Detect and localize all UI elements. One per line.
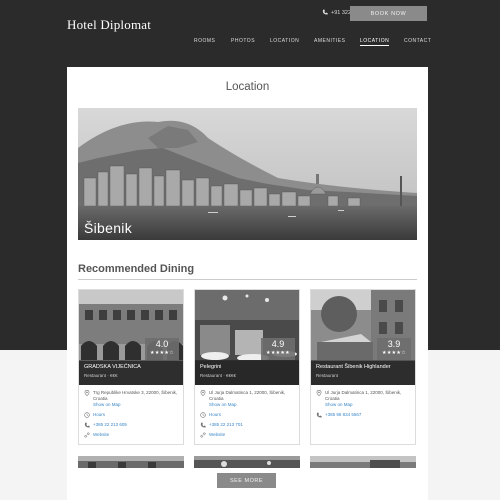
nav-item-photos[interactable]: PHOTOS: [231, 38, 255, 44]
hero-image: Šibenik: [78, 108, 417, 240]
restaurant-meta: Restaurant · €€€: [84, 373, 118, 378]
dining-title: Recommended Dining: [78, 263, 195, 275]
phone-icon: [200, 422, 206, 428]
restaurant-label-band: GRADSKA VIJEĆNICA Restaurant · €€€: [79, 361, 183, 385]
section-title: Location: [225, 81, 270, 93]
map-pin-icon: [316, 390, 322, 396]
rating-value: 4.9: [271, 339, 285, 349]
map-pin-icon: [200, 390, 206, 396]
restaurant-name[interactable]: Restaurant Šibenik Highlander: [316, 364, 391, 370]
website-row: Website: [84, 432, 180, 438]
restaurant-address: Ul Jurja Dalmatinca 1, 22000, Šibenik, C…: [209, 390, 286, 401]
phone-icon: [84, 422, 90, 428]
hours-link[interactable]: Hours: [209, 412, 296, 418]
address-row: Ul Jurja Dalmatinca 1, 22000, Šibenik, C…: [200, 390, 296, 408]
rating-value: 3.9: [387, 339, 401, 349]
restaurant-meta: Restaurant · €€€€: [200, 373, 237, 378]
rating-badge: 4.9 ★★★★★: [261, 338, 295, 360]
link-icon: [200, 432, 206, 438]
website-link[interactable]: Website: [93, 432, 180, 438]
phone-row: +385 95 834 5567: [316, 412, 412, 418]
phone-icon: [316, 412, 322, 418]
restaurant-label-band: Restaurant Šibenik Highlander Restaurant: [311, 361, 415, 385]
phone-icon: [322, 9, 328, 17]
phone-link[interactable]: +385 22 213 605: [93, 422, 180, 428]
address-row: Ul Jurja Dalmatinca 1, 22000, Šibenik, C…: [316, 390, 412, 408]
main-nav: ROOMS PHOTOS LOCATION AMENITIES LOCATION…: [190, 38, 431, 48]
rating-badge: 4.0 ★★★★☆: [145, 338, 179, 360]
clock-icon: [200, 412, 206, 418]
phone-link[interactable]: +385 95 834 5567: [325, 412, 412, 418]
nav-item-location[interactable]: LOCATION: [270, 38, 299, 44]
nav-item-amenities[interactable]: AMENITIES: [314, 38, 345, 44]
restaurant-address: Trg Republike Hrvatske 3, 22000, Šibenik…: [93, 390, 178, 401]
see-more-button[interactable]: SEE MORE: [217, 473, 276, 488]
restaurant-meta: Restaurant: [316, 373, 339, 378]
restaurant-info: Ul Jurja Dalmatinca 1, 22000, Šibenik, C…: [316, 390, 412, 422]
rating-badge: 3.9 ★★★★☆: [377, 338, 411, 360]
restaurant-label-band: Pelegrini Restaurant · €€€€: [195, 361, 299, 385]
show-on-map-link[interactable]: Show on Map: [93, 402, 180, 408]
phone-link[interactable]: +385 22 213 701: [209, 422, 296, 428]
hours-row: Hours: [200, 412, 296, 418]
nav-item-contact[interactable]: CONTACT: [404, 38, 431, 44]
website-row: Website: [200, 432, 296, 438]
divider: [78, 279, 417, 280]
rating-stars: ★★★★☆: [382, 350, 406, 356]
restaurant-card-partial[interactable]: [310, 456, 416, 468]
hotel-brand[interactable]: Hotel Diplomat: [67, 17, 151, 33]
phone-row: +385 22 213 605: [84, 422, 180, 428]
hero-caption: Šibenik: [84, 220, 133, 236]
link-icon: [84, 432, 90, 438]
restaurant-name[interactable]: GRADSKA VIJEĆNICA: [84, 364, 141, 370]
map-pin-icon: [84, 390, 90, 396]
hours-row: Hours: [84, 412, 180, 418]
phone-row: +385 22 213 701: [200, 422, 296, 428]
restaurant-name[interactable]: Pelegrini: [200, 364, 221, 370]
hours-link[interactable]: Hours: [93, 412, 180, 418]
restaurant-info: Trg Republike Hrvatske 3, 22000, Šibenik…: [84, 390, 180, 442]
address-row: Trg Republike Hrvatske 3, 22000, Šibenik…: [84, 390, 180, 408]
show-on-map-link[interactable]: Show on Map: [209, 402, 296, 408]
website-link[interactable]: Website: [209, 432, 296, 438]
rating-value: 4.0: [155, 339, 169, 349]
location-card: Location Šibenik Recommended Dining 4.0 …: [67, 67, 428, 500]
clock-icon: [84, 412, 90, 418]
rating-stars: ★★★★★: [266, 350, 290, 356]
restaurant-card[interactable]: 4.0 ★★★★☆ GRADSKA VIJEĆNICA Restaurant ·…: [78, 289, 184, 445]
nav-item-location-active[interactable]: LOCATION: [360, 38, 390, 46]
book-now-button[interactable]: BOOK NOW: [350, 6, 427, 21]
restaurant-address: Ul Jurja Dalmatinca 1, 22000, Šibenik, C…: [325, 390, 402, 401]
restaurant-card[interactable]: 3.9 ★★★★☆ Restaurant Šibenik Highlander …: [310, 289, 416, 445]
restaurant-card-partial[interactable]: [78, 456, 184, 468]
rating-stars: ★★★★☆: [150, 350, 174, 356]
restaurant-info: Ul Jurja Dalmatinca 1, 22000, Šibenik, C…: [200, 390, 296, 442]
show-on-map-link[interactable]: Show on Map: [325, 402, 412, 408]
restaurant-card-partial[interactable]: [194, 456, 300, 468]
restaurant-card[interactable]: 4.9 ★★★★★ Pelegrini Restaurant · €€€€ Ul…: [194, 289, 300, 445]
nav-item-rooms[interactable]: ROOMS: [194, 38, 215, 44]
